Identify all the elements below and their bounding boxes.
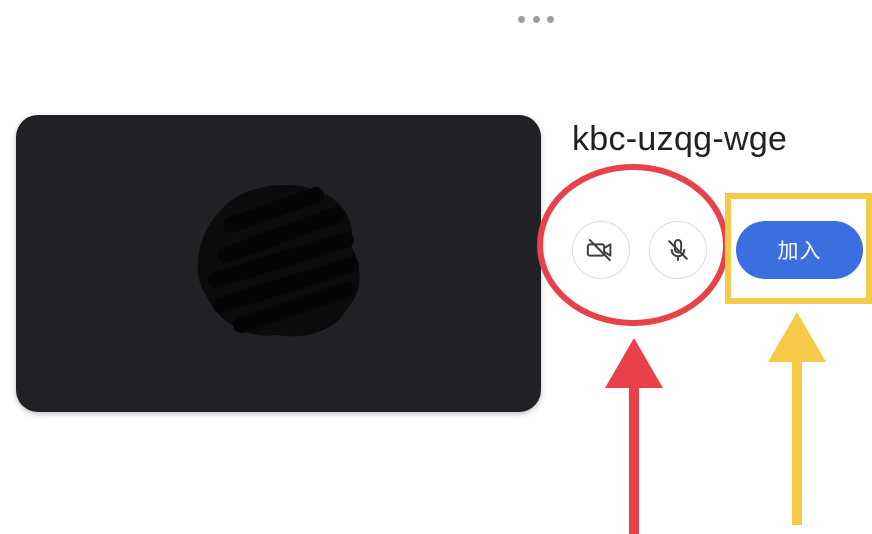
camera-toggle-button[interactable] [572, 221, 630, 279]
meet-prejoin-screen: kbc-uzqg-wge 加入 [0, 0, 872, 534]
red-arrow-head [605, 338, 663, 388]
mic-toggle-button[interactable] [649, 221, 707, 279]
videocam-off-icon [586, 239, 612, 261]
more-options-icon[interactable] [518, 14, 554, 24]
redacted-scribble [197, 185, 360, 337]
meeting-code: kbc-uzqg-wge [572, 120, 788, 158]
red-arrow-shaft [629, 385, 639, 534]
dot [547, 15, 554, 23]
dot [518, 15, 525, 23]
yellow-arrow-head [768, 312, 826, 362]
yellow-arrow-shaft [792, 359, 802, 525]
mic-off-icon [668, 239, 688, 261]
self-video-preview [16, 115, 541, 412]
dot [532, 15, 540, 23]
join-button[interactable]: 加入 [736, 221, 863, 279]
